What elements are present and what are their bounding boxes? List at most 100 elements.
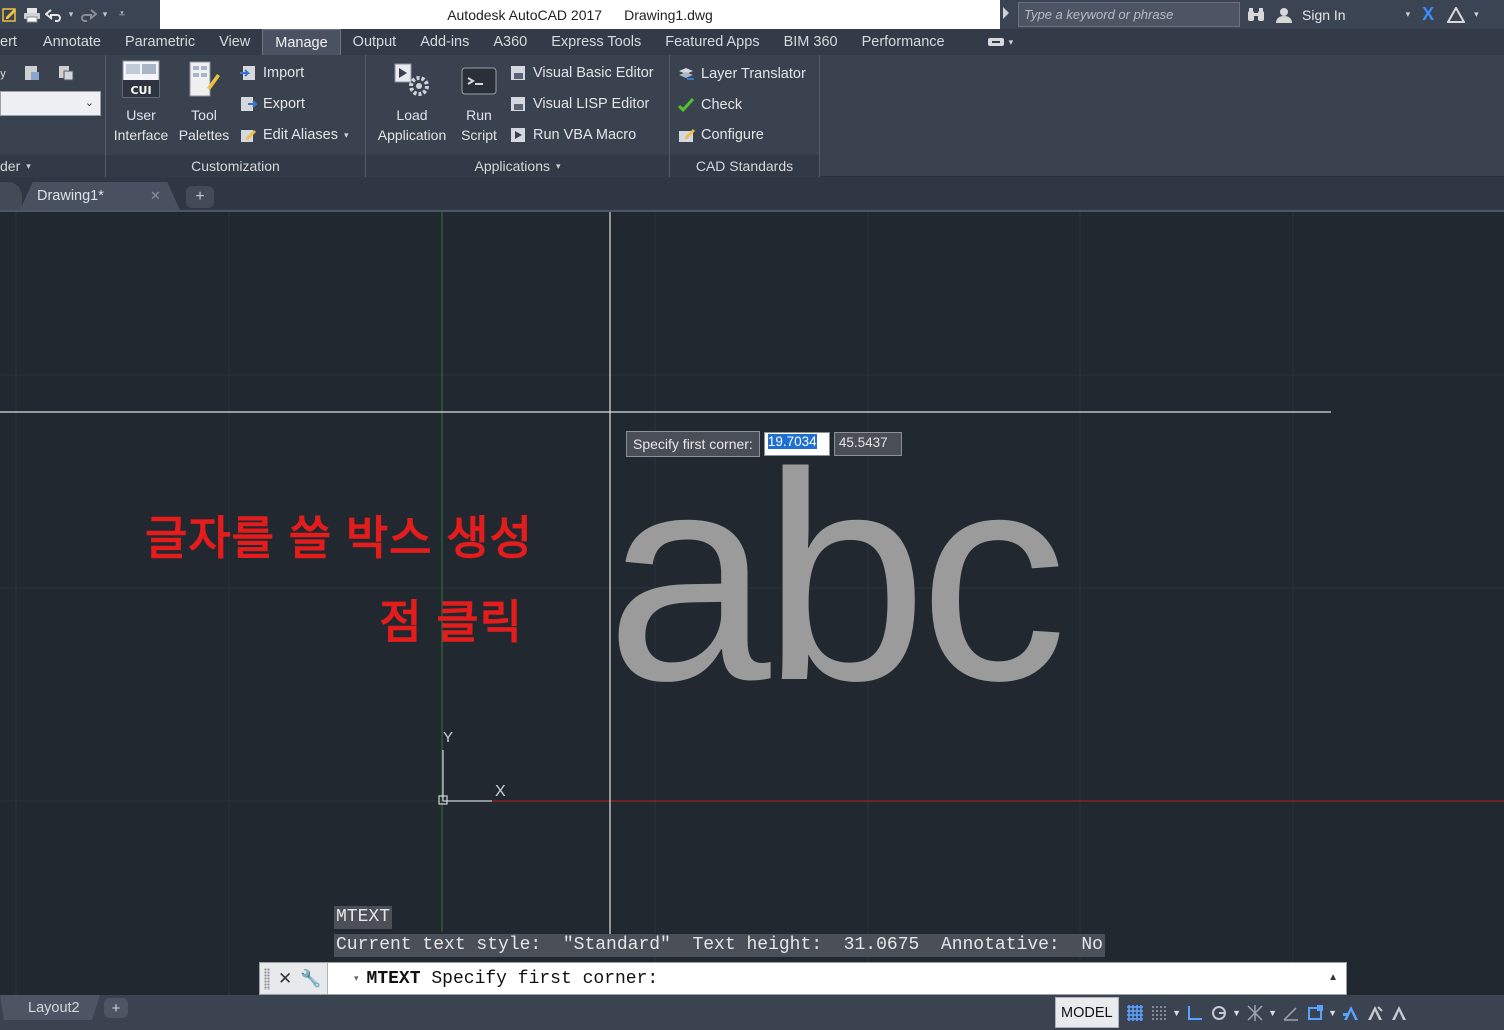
sign-in-dropdown-icon[interactable]: ▾ — [1406, 9, 1411, 20]
edit-aliases-button[interactable]: Edit Aliases ▾ — [239, 123, 349, 147]
panel-applications: Load Application Run Script Visual Basic… — [366, 55, 670, 177]
plus-icon: + — [111, 999, 121, 1017]
redo-icon[interactable] — [78, 4, 98, 26]
osnap-icon[interactable] — [1303, 999, 1327, 1027]
tab-performance[interactable]: Performance — [850, 29, 957, 55]
a360-icon[interactable] — [1446, 5, 1466, 25]
annotation-line-2: 점 클릭 — [379, 596, 523, 648]
annotation-visibility-icon[interactable] — [1339, 999, 1363, 1027]
new-drawing-button[interactable]: + — [186, 186, 214, 208]
load-application-button[interactable]: Load Application — [371, 59, 453, 145]
save-icon[interactable] — [0, 4, 20, 26]
ucs-icon — [438, 750, 492, 805]
run-vba-macro-button[interactable]: Run VBA Macro — [509, 123, 636, 147]
tab-express-tools[interactable]: Express Tools — [539, 29, 653, 55]
binoculars-icon[interactable] — [1246, 5, 1266, 25]
object-snap-tracking-icon[interactable] — [1279, 999, 1303, 1027]
visual-basic-editor-button[interactable]: Visual Basic Editor — [509, 61, 654, 85]
start-tab[interactable] — [0, 182, 22, 210]
annotation-scale-icon[interactable] — [1387, 999, 1411, 1027]
command-history-toggle-icon[interactable]: ▲ — [1328, 972, 1338, 983]
recent-commands-dropdown-icon[interactable]: ▾ — [354, 973, 359, 984]
configure-button[interactable]: Configure — [677, 123, 764, 147]
action-tree-dropdown[interactable]: ⌄ — [0, 91, 101, 116]
tab-featured-apps[interactable]: Featured Apps — [653, 29, 771, 55]
search-input[interactable]: Type a keyword or phrase — [1018, 2, 1240, 27]
osnap-dropdown-icon[interactable]: ▼ — [1327, 1008, 1339, 1018]
undo-icon[interactable] — [44, 4, 64, 26]
snap-dropdown-icon[interactable]: ▼ — [1171, 1008, 1183, 1018]
auto-scale-icon[interactable] — [1363, 999, 1387, 1027]
polar-icon[interactable] — [1207, 999, 1231, 1027]
edit-aliases-icon — [239, 126, 257, 144]
command-input[interactable]: MTEXT Specify first corner: — [367, 969, 659, 989]
tab-annotate[interactable]: Annotate — [31, 29, 113, 55]
tab-parametric[interactable]: Parametric — [113, 29, 207, 55]
vba-macro-icon — [509, 126, 527, 144]
cui-icon: CUI — [122, 59, 160, 99]
layer-translator-button[interactable]: Layer Translator — [677, 62, 806, 86]
export-button[interactable]: Export — [239, 92, 305, 116]
panel-title-customization: Customization — [106, 155, 365, 177]
tab-view[interactable]: View — [207, 29, 262, 55]
coordinate-x-input[interactable]: 19.7034 — [763, 432, 830, 456]
tab-layout2[interactable]: Layout2 — [0, 995, 100, 1020]
exchange-icon[interactable]: X — [1418, 4, 1438, 25]
plus-icon: + — [195, 188, 205, 205]
window-title: Autodesk AutoCAD 2017 Drawing1.dwg — [160, 0, 1000, 29]
drawing-canvas[interactable]: abc Specify first corner: 19.7034 45.543… — [0, 212, 1504, 995]
ortho-icon[interactable] — [1183, 999, 1207, 1027]
tab-insert[interactable]: ert — [0, 29, 31, 55]
tab-add-ins[interactable]: Add-ins — [408, 29, 481, 55]
panel-title-applications[interactable]: Applications ▾ — [366, 155, 669, 177]
redo-dropdown-icon[interactable]: ▾ — [100, 4, 110, 26]
add-layout-button[interactable]: + — [104, 998, 128, 1018]
drag-handle-icon[interactable] — [264, 967, 270, 990]
file-name: Drawing1.dwg — [624, 6, 713, 23]
undo-dropdown-icon[interactable]: ▾ — [66, 4, 76, 26]
record-icon[interactable]: y — [0, 65, 12, 83]
tooltip-prompt: Specify first corner: — [626, 431, 760, 457]
check-button[interactable]: Check — [677, 93, 742, 117]
customize-qat-icon[interactable]: ⩡ — [112, 4, 132, 26]
configure-icon — [677, 126, 695, 144]
close-icon[interactable]: ✕ — [150, 188, 161, 204]
minimize-ribbon-icon[interactable] — [987, 36, 1005, 48]
search-expand-icon[interactable] — [1003, 7, 1009, 19]
ribbon-panel-area: y ⌄ der ▾ CUI User Interface Tool Palett… — [0, 55, 1504, 177]
run-script-button[interactable]: Run Script — [454, 59, 504, 145]
tab-output[interactable]: Output — [341, 29, 409, 55]
panel-customization: CUI User Interface Tool Palettes Import … — [106, 55, 366, 177]
insert-message-icon[interactable] — [23, 64, 41, 82]
isodraft-dropdown-icon[interactable]: ▼ — [1267, 1008, 1279, 1018]
user-icon[interactable] — [1274, 5, 1294, 25]
sign-in-link[interactable]: Sign In — [1302, 7, 1346, 23]
chevron-down-icon: ⌄ — [84, 97, 94, 109]
ucs-x-label: X — [495, 783, 506, 800]
isodraft-icon[interactable] — [1243, 999, 1267, 1027]
lisp-icon — [509, 95, 527, 113]
ribbon-display-toggle[interactable]: ▾ — [987, 29, 1014, 55]
tab-bim-360[interactable]: BIM 360 — [772, 29, 850, 55]
snap-icon[interactable] — [1147, 999, 1171, 1027]
gear-icon — [393, 59, 431, 99]
request-input-icon[interactable] — [57, 64, 75, 82]
grid-icon[interactable] — [1123, 999, 1147, 1027]
print-icon[interactable] — [22, 4, 42, 26]
polar-dropdown-icon[interactable]: ▼ — [1231, 1008, 1243, 1018]
wrench-icon[interactable]: 🔧 — [300, 969, 321, 989]
panel-title-action-recorder[interactable]: der ▾ — [0, 155, 105, 177]
model-space-button[interactable]: MODEL — [1055, 997, 1119, 1028]
tool-palettes-button[interactable]: Tool Palettes — [176, 59, 232, 145]
visual-lisp-editor-button[interactable]: Visual LISP Editor — [509, 92, 649, 116]
import-button[interactable]: Import — [239, 61, 304, 85]
tab-a360[interactable]: A360 — [481, 29, 539, 55]
help-dropdown-icon[interactable]: ▾ — [1474, 9, 1479, 20]
tab-manage[interactable]: Manage — [262, 29, 341, 55]
user-interface-button[interactable]: CUI User Interface — [108, 59, 174, 145]
close-command-icon[interactable]: ✕ — [278, 969, 292, 989]
palette-icon — [185, 59, 223, 99]
ribbon-toggle-dropdown-icon[interactable]: ▾ — [1009, 37, 1014, 48]
coordinate-y-input[interactable]: 45.5437 — [833, 432, 902, 456]
command-line-tools: ✕ 🔧 — [260, 963, 328, 994]
